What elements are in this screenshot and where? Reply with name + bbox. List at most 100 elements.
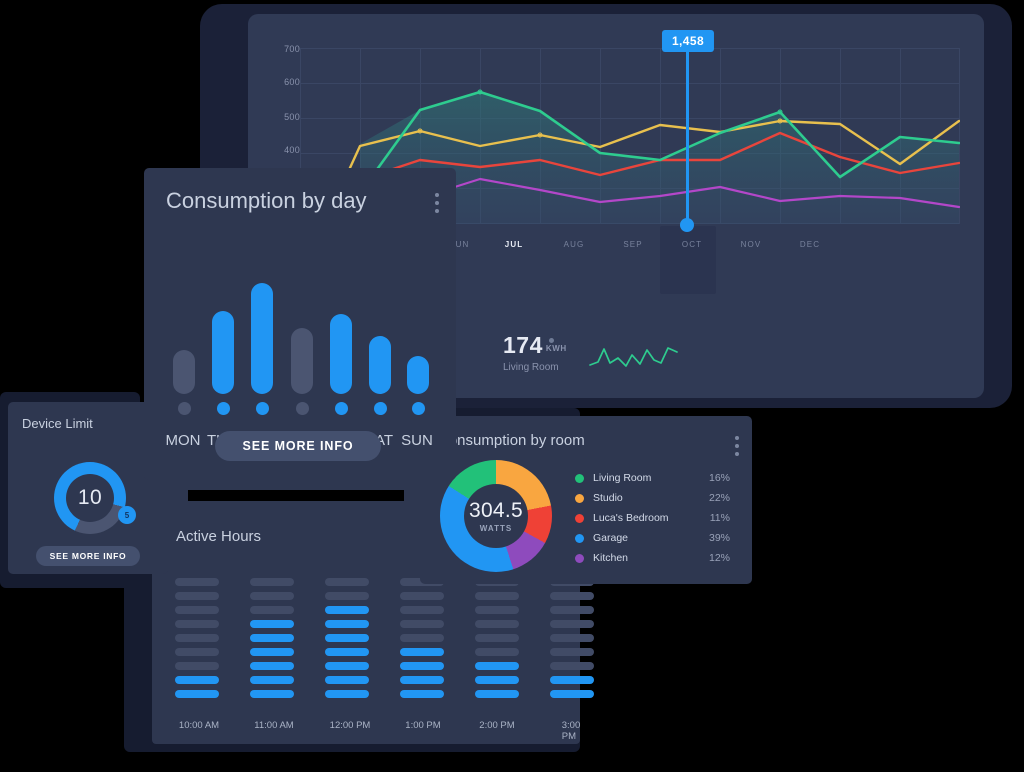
hour-cell (325, 578, 369, 586)
month-aug[interactable]: AUG (564, 240, 585, 249)
hour-cell (175, 648, 219, 656)
bar-column-sun[interactable] (400, 356, 436, 415)
hour-cell (400, 592, 444, 600)
legend-item-lucas-bedroom[interactable]: Luca's Bedroom 11% (575, 508, 730, 528)
hour-column-12pm[interactable] (325, 578, 369, 704)
consumption-by-day-card: Consumption by day MON SUN SEE MORE INFO (144, 168, 456, 480)
kebab-menu-icon[interactable] (735, 436, 739, 460)
status-dot-icon (548, 338, 554, 343)
device-limit-title: Device Limit (22, 416, 93, 431)
hour-cell (550, 620, 594, 628)
legend-color-dot-icon (575, 473, 584, 483)
time-label-12pm: 12:00 PM (329, 720, 371, 731)
month-oct[interactable]: OCT (682, 240, 702, 249)
hour-cell-active (250, 690, 294, 698)
y-tick-400: 400 (284, 145, 300, 155)
hour-cell-active (400, 676, 444, 684)
y-tick-500: 500 (284, 112, 300, 122)
bar-column-wed[interactable] (244, 283, 280, 415)
hour-cell-active (175, 690, 219, 698)
legend-item-kitchen[interactable]: Kitchen 12% (575, 548, 730, 568)
hour-cell (475, 620, 519, 628)
month-jul[interactable]: JUL (505, 240, 523, 249)
bar (407, 356, 429, 394)
hour-cell (400, 634, 444, 642)
month-sep[interactable]: SEP (623, 240, 642, 249)
bar-dot-icon (255, 402, 269, 415)
month-dec[interactable]: DEC (800, 240, 820, 249)
bar-column-fri[interactable] (323, 314, 359, 415)
hour-cell (250, 592, 294, 600)
room-legend: Living Room 16% Studio 22% Luca's Bedroo… (575, 468, 730, 568)
dashboard-mockup: 700 600 500 400 300 (0, 0, 1024, 772)
hour-cell-active (325, 634, 369, 642)
hour-cell-active (325, 620, 369, 628)
hour-cell-active (325, 648, 369, 656)
hour-cell (550, 606, 594, 614)
month-nov[interactable]: NOV (741, 240, 762, 249)
hour-cell-active (250, 620, 294, 628)
bar (212, 311, 234, 394)
legend-color-dot-icon (575, 553, 584, 563)
bar-column-sat[interactable] (362, 336, 398, 415)
bar (291, 328, 313, 394)
hour-cell-active (325, 690, 369, 698)
legend-color-dot-icon (575, 513, 584, 523)
hour-column-2pm[interactable] (475, 578, 519, 704)
time-label-10am: 10:00 AM (178, 720, 220, 731)
hour-cell (175, 578, 219, 586)
sparkline-icon (589, 347, 678, 367)
y-tick-700: 700 (284, 44, 300, 54)
y-axis-labels: 700 600 500 400 300 (262, 44, 300, 190)
hour-column-10am[interactable] (175, 578, 219, 704)
legend-label: Living Room (593, 472, 652, 484)
marker-value-badge: 1,458 (661, 30, 715, 52)
consumption-by-day-title: Consumption by day (166, 188, 367, 213)
kwh-unit-wrap: KWH (546, 338, 567, 353)
room-summary-widget: 174 KWH Living Room (503, 332, 678, 373)
hour-cell (550, 662, 594, 670)
bar-column-mon[interactable] (166, 350, 202, 415)
legend-percent: 11% (709, 512, 730, 524)
device-limit-badge[interactable]: 5 (118, 506, 136, 524)
hour-cell-active (475, 676, 519, 684)
device-limit-see-more-button[interactable]: SEE MORE INFO (36, 546, 140, 566)
legend-percent: 22% (708, 492, 730, 504)
hour-cell-active (400, 648, 444, 656)
device-limit-gauge: 10 (54, 462, 126, 534)
hour-cell-active (175, 676, 219, 684)
hour-column-11am[interactable] (250, 578, 294, 704)
hour-column-3pm[interactable] (550, 578, 594, 704)
time-label-1pm: 1:00 PM (405, 720, 441, 731)
kebab-menu-icon[interactable] (435, 193, 439, 217)
hour-cell (475, 634, 519, 642)
hour-cell-active (400, 690, 444, 698)
bar (173, 350, 195, 394)
hour-cell (175, 606, 219, 614)
hour-cell-active (250, 634, 294, 642)
bar-column-thu[interactable] (284, 328, 320, 415)
hour-cell (550, 648, 594, 656)
hour-cell (475, 648, 519, 656)
hour-cell (175, 662, 219, 670)
bar (251, 283, 273, 394)
bar-column-tue[interactable] (205, 311, 241, 415)
room-donut-chart: 304.5 WATTS (440, 460, 552, 572)
hour-cell-active (250, 648, 294, 656)
legend-item-living-room[interactable]: Living Room 16% (575, 468, 730, 488)
consumption-by-day-see-more-button[interactable]: SEE MORE INFO (215, 431, 381, 461)
hour-cell-active (550, 676, 594, 684)
hour-cell-active (400, 662, 444, 670)
legend-percent: 12% (708, 552, 730, 564)
kwh-value-row: 174 KWH (503, 332, 567, 359)
hour-cell-active (550, 690, 594, 698)
redacted-bar (188, 490, 404, 501)
day-bars: MON TUE WED THU FRI SAT SUN (164, 254, 436, 449)
hour-cell (475, 606, 519, 614)
kwh-unit: KWH (545, 344, 567, 353)
legend-item-studio[interactable]: Studio 22% (575, 488, 730, 508)
hour-cell (250, 578, 294, 586)
legend-item-garage[interactable]: Garage 39% (575, 528, 730, 548)
donut-total-value: 304.5 (468, 499, 524, 522)
hour-column-1pm[interactable] (400, 578, 444, 704)
